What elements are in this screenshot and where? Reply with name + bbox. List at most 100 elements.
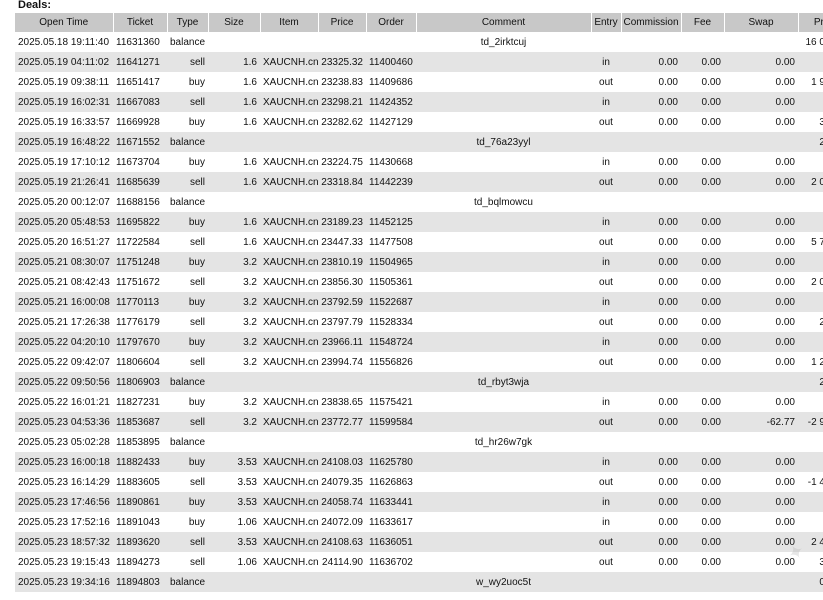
cell-swap: 0.00 — [724, 212, 798, 232]
cell-item: XAUCNH.cn — [263, 316, 318, 328]
cell-price: 24079.35 — [321, 476, 363, 488]
cell-comment — [416, 532, 591, 552]
cell-ticket: 11806604 — [116, 356, 160, 368]
cell-profit: 269.20 — [798, 132, 823, 152]
cell-profit: 0.00 — [798, 92, 823, 112]
cell-comment: w_wy2uoc5t — [416, 572, 591, 592]
cell-fee — [681, 192, 724, 212]
column-header-profit: Profit — [798, 13, 823, 32]
cell-size: 3.53 — [237, 476, 257, 488]
cell-type: sell — [189, 476, 205, 488]
cell-comment — [416, 232, 591, 252]
cell-fee — [681, 432, 724, 452]
cell-entry: out — [599, 236, 613, 248]
cell-entry: out — [599, 116, 613, 128]
cell-fee: 0.00 — [701, 236, 721, 248]
cell-comment — [416, 492, 591, 512]
cell-profit: 0.00 — [798, 332, 823, 352]
cell-profit: 0.00 — [798, 452, 823, 472]
cell-item: XAUCNH.cn — [263, 156, 318, 168]
cell-commission: 0.00 — [621, 92, 681, 112]
cell-size — [208, 192, 260, 212]
cell-comment — [416, 472, 591, 492]
cell-swap — [724, 372, 798, 392]
balance-row: 2025.05.20 00:12:07 11688156 balance td_bql… — [15, 192, 823, 212]
cell-type: sell — [167, 172, 208, 192]
cell-size: 3.2 — [243, 276, 257, 288]
cell-open-time: 2025.05.23 18:57:32 — [15, 532, 113, 552]
cell-comment — [416, 412, 591, 432]
cell-fee: 0.00 — [701, 356, 721, 368]
cell-item: XAUCNH.cn — [260, 252, 318, 272]
cell-profit: 16 099.18 — [805, 36, 823, 48]
cell-price: 23238.83 — [321, 76, 363, 88]
cell-type: buy — [167, 252, 208, 272]
cell-fee: 0.00 — [701, 276, 721, 288]
cell-price — [318, 32, 366, 52]
cell-ticket: 11893620 — [113, 532, 167, 552]
cell-entry: out — [599, 276, 613, 288]
cell-entry: out — [591, 532, 621, 552]
cell-size: 3.2 — [208, 412, 260, 432]
cell-profit: 64.00 — [798, 432, 823, 452]
table-row: 2025.05.22 04:20:10 11797670 buy 3.2 XAUCNH.… — [15, 332, 823, 352]
cell-size: 1.6 — [208, 52, 260, 72]
cell-open-time: 2025.05.20 00:12:07 — [18, 196, 110, 208]
table-row: 2025.05.22 09:42:07 11806604 sell 3.2 XAUCNH… — [15, 352, 823, 372]
cell-fee: 0.00 — [681, 92, 724, 112]
cell-order: 11599584 — [366, 412, 416, 432]
cell-entry — [591, 192, 621, 212]
table-row: 2025.05.21 17:26:38 11776179 sell 3.2 XAUCNH… — [15, 312, 823, 332]
cell-size: 3.2 — [243, 396, 257, 408]
cell-item: XAUCNH.cn — [260, 212, 318, 232]
cell-fee — [681, 372, 724, 392]
table-row: 2025.05.23 16:00:18 11882433 buy 3.53 XAUCNH… — [15, 452, 823, 472]
cell-open-time: 2025.05.21 17:26:38 — [18, 316, 110, 328]
cell-commission: 0.00 — [658, 236, 678, 248]
cell-fee: 0.00 — [681, 292, 724, 312]
cell-order: 11522687 — [366, 292, 416, 312]
cell-fee — [681, 132, 724, 152]
cell-price — [318, 372, 366, 392]
cell-fee: 0.00 — [681, 212, 724, 232]
cell-item: XAUCNH.cn — [263, 396, 318, 408]
cell-commission: 0.00 — [621, 212, 681, 232]
cell-size — [208, 572, 260, 592]
cell-fee — [681, 32, 724, 52]
cell-commission: 0.00 — [621, 452, 681, 472]
cell-entry: in — [591, 452, 621, 472]
cell-ticket: 11770113 — [113, 292, 167, 312]
cell-swap — [724, 432, 798, 452]
cell-comment — [416, 212, 591, 232]
deals-table-body: 2025.05.18 19:11:40 11631360 balance td_2ir… — [15, 32, 823, 592]
cell-order: 11636702 — [369, 556, 413, 568]
cell-commission: 0.00 — [658, 516, 678, 528]
cell-type: sell — [189, 356, 205, 368]
cell-comment — [416, 72, 591, 92]
cell-open-time: 2025.05.23 17:46:56 — [15, 492, 113, 512]
cell-swap: 0.00 — [724, 252, 798, 272]
cell-price: 23189.23 — [318, 212, 366, 232]
cell-item: XAUCNH.cn — [263, 516, 318, 528]
cell-profit: 2 047.30 — [811, 276, 823, 288]
column-header-fee: Fee — [681, 13, 725, 32]
cell-swap: 0.00 — [724, 52, 798, 72]
cell-price: 23325.32 — [318, 52, 366, 72]
cell-open-time: 2025.05.19 16:02:31 — [15, 92, 113, 112]
cell-size: 3.53 — [208, 452, 260, 472]
cell-comment: td_hr26w7gk — [474, 436, 533, 448]
cell-item: XAUCNH.cn — [260, 292, 318, 312]
cell-profit: 0.00 — [798, 152, 823, 172]
cell-fee: 0.00 — [681, 492, 724, 512]
cell-size: 3.2 — [208, 252, 260, 272]
cell-entry: in — [591, 292, 621, 312]
cell-comment — [416, 92, 591, 112]
cell-ticket: 11688156 — [116, 196, 160, 208]
cell-ticket: 11894803 — [113, 572, 167, 592]
cell-comment — [416, 252, 591, 272]
table-row: 2025.05.19 21:26:41 11685639 sell 1.6 XAUCNH… — [15, 172, 823, 192]
cell-entry: in — [602, 516, 610, 528]
cell-order: 11633441 — [366, 492, 416, 512]
cell-size: 3.53 — [208, 492, 260, 512]
cell-ticket: 11853895 — [116, 436, 160, 448]
